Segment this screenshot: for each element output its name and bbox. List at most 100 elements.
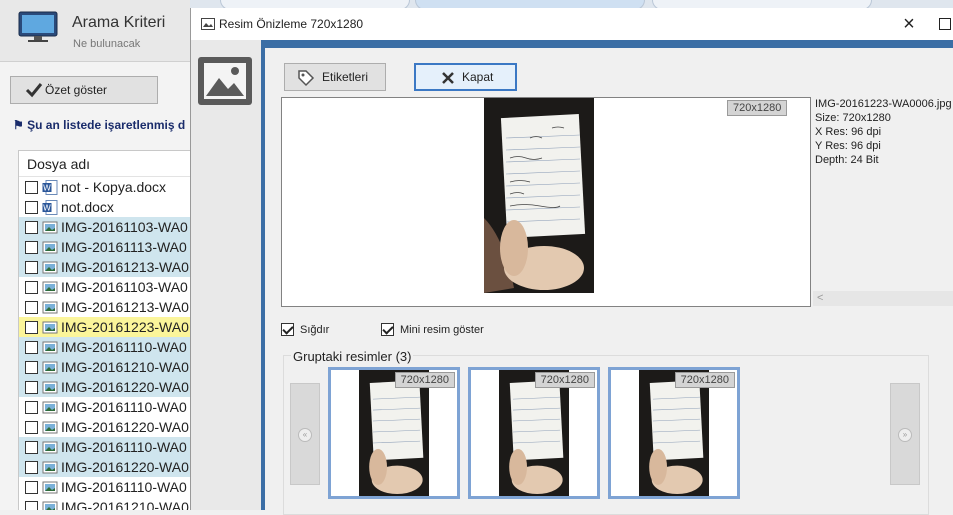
picture-icon — [201, 18, 215, 30]
previous-button[interactable]: « — [290, 383, 320, 485]
file-row[interactable]: IMG-20161113-WA0 — [19, 237, 190, 257]
file-checkbox[interactable] — [25, 240, 38, 254]
file-name: IMG-20161213-WA0 — [61, 259, 189, 275]
file-name: IMG-20161110-WA0 — [61, 339, 187, 355]
close-button[interactable]: Kapat — [414, 63, 517, 91]
file-row[interactable]: Wnot.docx — [19, 197, 190, 217]
file-checkbox[interactable] — [25, 400, 38, 414]
image-file-icon — [42, 381, 58, 393]
thumbnail-image — [359, 370, 429, 496]
file-name: IMG-20161220-WA0 — [61, 459, 189, 475]
file-row[interactable]: IMG-20161103-WA0 — [19, 277, 190, 297]
fit-option[interactable]: Sığdır — [281, 323, 329, 336]
file-row[interactable]: IMG-20161220-WA0 — [19, 417, 190, 437]
checkmark-icon — [25, 83, 43, 98]
file-checkbox[interactable] — [25, 220, 38, 234]
file-row[interactable]: IMG-20161110-WA0 — [19, 437, 190, 457]
file-checkbox[interactable] — [25, 440, 38, 454]
file-checkbox[interactable] — [25, 200, 38, 214]
info-size: Size: 720x1280 — [815, 112, 891, 124]
tags-button-label: Etiketleri — [322, 70, 369, 84]
svg-text:W: W — [43, 183, 51, 192]
file-checkbox[interactable] — [25, 420, 38, 434]
file-row[interactable]: IMG-20161213-WA0 — [19, 257, 190, 277]
file-name: IMG-20161110-WA0 — [61, 479, 187, 495]
image-preview-dialog: Resim Önizleme 720x1280 × Etiketleri Kap… — [190, 8, 953, 515]
close-window-button[interactable]: × — [897, 14, 921, 36]
file-checkbox[interactable] — [25, 320, 38, 334]
fit-label: Sığdır — [300, 323, 330, 336]
file-row[interactable]: IMG-20161110-WA0 — [19, 397, 190, 417]
file-row[interactable]: IMG-20161223-WA0 — [19, 317, 190, 337]
image-preview-area[interactable]: 720x1280 — [281, 97, 811, 307]
fit-checkbox[interactable] — [281, 323, 294, 336]
file-checkbox[interactable] — [25, 280, 38, 294]
thumbnails-option[interactable]: Mini resim göster — [381, 323, 484, 336]
image-file-icon — [42, 341, 58, 353]
file-checkbox[interactable] — [25, 260, 38, 274]
file-checkbox[interactable] — [25, 340, 38, 354]
next-button[interactable]: » — [890, 383, 920, 485]
file-name: not.docx — [61, 199, 114, 215]
preview-image — [484, 98, 594, 293]
file-name: IMG-20161110-WA0 — [61, 399, 187, 415]
file-name: IMG-20161220-WA0 — [61, 419, 189, 435]
thumbnails-checkbox[interactable] — [381, 323, 394, 336]
info-horizontal-scrollbar[interactable]: < — [813, 291, 953, 306]
file-checkbox[interactable] — [25, 380, 38, 394]
close-icon — [442, 72, 454, 84]
file-checkbox[interactable] — [25, 300, 38, 314]
image-file-icon — [42, 501, 58, 510]
word-document-icon: W — [42, 179, 58, 195]
monitor-icon — [18, 11, 58, 42]
search-criteria-header: Arama Kriteri Ne bulunacak — [0, 0, 190, 62]
file-row[interactable]: IMG-20161220-WA0 — [19, 377, 190, 397]
summary-button[interactable]: Özet göster — [10, 76, 158, 104]
file-checkbox[interactable] — [25, 180, 38, 194]
file-row[interactable]: IMG-20161210-WA0 — [19, 497, 190, 510]
image-file-icon — [42, 401, 58, 413]
tag-icon — [298, 70, 315, 87]
word-document-icon: W — [42, 199, 58, 215]
scroll-left-icon[interactable]: < — [817, 292, 823, 304]
dialog-title: Resim Önizleme 720x1280 — [219, 17, 364, 31]
file-name: IMG-20161110-WA0 — [61, 439, 187, 455]
file-name: IMG-20161103-WA0 — [61, 219, 188, 235]
file-checkbox[interactable] — [25, 460, 38, 474]
file-checkbox[interactable] — [25, 480, 38, 494]
file-row[interactable]: IMG-20161210-WA0 — [19, 357, 190, 377]
tags-button[interactable]: Etiketleri — [284, 63, 386, 91]
thumbnail-image — [639, 370, 709, 496]
image-file-icon — [42, 281, 58, 293]
group-thumbnail[interactable]: 720x1280 — [608, 367, 740, 499]
image-file-icon — [42, 461, 58, 473]
info-depth: Depth: 24 Bit — [815, 154, 879, 166]
file-row[interactable]: Wnot - Kopya.docx — [19, 177, 190, 197]
group-thumbnail[interactable]: 720x1280 — [328, 367, 460, 499]
file-checkbox[interactable] — [25, 500, 38, 510]
file-name: IMG-20161113-WA0 — [61, 239, 187, 255]
file-row[interactable]: IMG-20161110-WA0 — [19, 337, 190, 357]
thumbnail-resolution-badge: 720x1280 — [674, 372, 735, 388]
file-list-rows: Wnot - Kopya.docx Wnot.docx IMG-20161103-W… — [19, 177, 190, 510]
chevron-left-icon: « — [298, 428, 312, 442]
large-picture-icon — [198, 57, 252, 105]
info-xres: X Res: 96 dpi — [815, 126, 882, 138]
file-row[interactable]: IMG-20161213-WA0 — [19, 297, 190, 317]
group-thumbnail[interactable]: 720x1280 — [468, 367, 600, 499]
maximize-window-button[interactable] — [939, 18, 951, 30]
file-list-header[interactable]: Dosya adı — [19, 151, 190, 177]
file-checkbox[interactable] — [25, 360, 38, 374]
svg-text:W: W — [43, 203, 51, 212]
image-file-icon — [42, 441, 58, 453]
file-row[interactable]: IMG-20161220-WA0 — [19, 457, 190, 477]
file-name: IMG-20161220-WA0 — [61, 379, 189, 395]
group-images-label: Gruptaki resimler (3) — [291, 349, 414, 364]
header-title: Arama Kriteri — [72, 14, 166, 31]
info-yres: Y Res: 96 dpi — [815, 140, 881, 152]
file-name: IMG-20161103-WA0 — [61, 279, 188, 295]
image-file-icon — [42, 421, 58, 433]
thumbnail-resolution-badge: 720x1280 — [534, 372, 595, 388]
file-row[interactable]: IMG-20161103-WA0 — [19, 217, 190, 237]
file-row[interactable]: IMG-20161110-WA0 — [19, 477, 190, 497]
